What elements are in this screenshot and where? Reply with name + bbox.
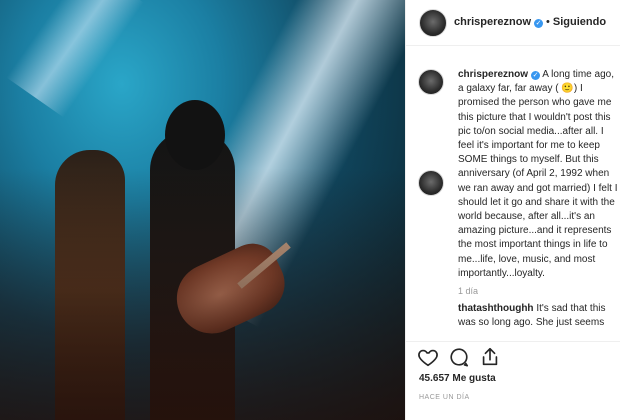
post-header: chrisperez​now ✓ • Siguiendo — [406, 0, 620, 46]
caption-text-block: chrisperez​now ✓ A long time ago, a galax… — [458, 68, 618, 281]
caption-username[interactable]: chrisperez​now — [458, 69, 528, 80]
likes-number: 45.657 — [419, 373, 450, 384]
comment-block: thatashthoughh It's sad that this was so… — [458, 302, 618, 330]
post-actions: 45.657 Me gusta HACE UN DÍA — [406, 341, 620, 420]
comment-icon[interactable] — [448, 346, 470, 368]
caption-avatar[interactable] — [418, 69, 444, 95]
instagram-post-view: chrisperez​now ✓ • Siguiendo chrisperez​now… — [0, 0, 620, 420]
header-separator: • — [546, 16, 550, 28]
caption-text: A long time ago, a galaxy far, far away … — [458, 69, 618, 279]
caption-time[interactable]: 1 día — [458, 286, 478, 296]
likes-label: Me gusta — [452, 373, 496, 384]
verified-badge-icon: ✓ — [534, 19, 544, 28]
header-username[interactable]: chrisperez​now — [454, 16, 531, 28]
comment-username[interactable]: thatashthoughh — [458, 303, 534, 314]
heart-icon[interactable] — [417, 346, 439, 368]
comments-scroll-area[interactable]: chrisperez​now ✓ A long time ago, a galax… — [406, 46, 620, 341]
caption-avatar-secondary[interactable] — [418, 170, 444, 196]
likes-count[interactable]: 45.657 Me gusta — [419, 373, 496, 384]
post-photo[interactable] — [0, 0, 405, 420]
post-date[interactable]: HACE UN DÍA — [419, 394, 470, 401]
post-side-panel: chrisperez​now ✓ • Siguiendo chrisperez​now… — [405, 0, 620, 420]
header-line: chrisperez​now ✓ • Siguiendo — [454, 16, 606, 28]
header-avatar[interactable] — [419, 9, 447, 37]
follow-button[interactable]: Siguiendo — [553, 16, 606, 28]
share-icon[interactable] — [479, 346, 501, 368]
photo-shadow — [0, 0, 405, 420]
verified-badge-icon: ✓ — [531, 71, 541, 80]
